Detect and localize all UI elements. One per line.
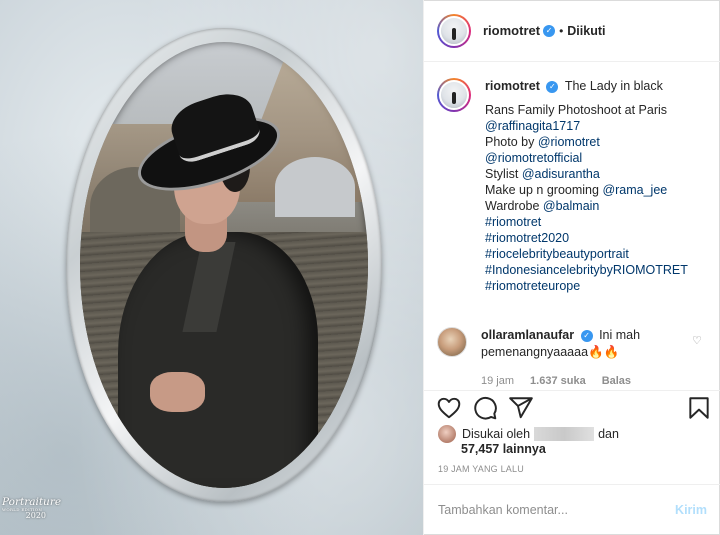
caption-line: Rans Family Photoshoot at Paris — [485, 103, 668, 117]
caption-line-prefix: Make up n grooming — [485, 183, 603, 197]
add-comment-bar: Kirim — [424, 484, 720, 535]
liked-by: Disukai oleh dan — [438, 425, 619, 443]
comment-input[interactable] — [438, 503, 676, 517]
caption-line-prefix: Stylist — [485, 167, 522, 181]
caption-avatar[interactable] — [437, 78, 471, 112]
reply-button[interactable]: Balas — [602, 375, 631, 387]
caption-avatar-image — [439, 80, 469, 110]
portrait-photo — [80, 42, 368, 488]
comment-icon[interactable] — [472, 395, 498, 421]
comments-section: riomotret ✓ The Lady in black Rans Famil… — [424, 62, 720, 390]
likes-count[interactable]: 57,457 lainnya — [461, 442, 546, 456]
post-header: riomotret ✓ • Diikuti — [424, 0, 720, 62]
caption-mention[interactable]: @rama_jee — [602, 183, 667, 197]
avatar[interactable] — [437, 13, 471, 48]
comment-avatar[interactable] — [437, 327, 467, 357]
caption-mention[interactable]: @riomotret — [538, 135, 600, 149]
caption-hashtag[interactable]: #riomotret2020 — [485, 230, 688, 246]
post-timestamp[interactable]: 19 JAM YANG LALU — [438, 464, 524, 474]
hand — [150, 372, 205, 412]
action-bar — [424, 390, 720, 422]
caption-mention[interactable]: @adisurantha — [522, 167, 600, 181]
header-username[interactable]: riomotret — [483, 23, 540, 38]
post-button[interactable]: Kirim — [675, 503, 707, 517]
caption-body: riomotret ✓ The Lady in black Rans Famil… — [485, 78, 688, 294]
blurred-username — [534, 427, 595, 441]
verified-badge-icon: ✓ — [580, 329, 593, 342]
header-info: riomotret ✓ • Diikuti — [483, 23, 605, 38]
verified-badge-icon: ✓ — [543, 24, 556, 37]
caption-line: Photo by @riomotret — [485, 134, 688, 150]
caption-line: Stylist @adisurantha — [485, 166, 688, 182]
caption-line-prefix: Photo by — [485, 135, 538, 149]
comment-likes[interactable]: 1.637 suka — [530, 375, 586, 387]
caption-line: Wardrobe @balmain — [485, 198, 688, 214]
caption-hashtag[interactable]: #IndonesiancelebritybyRIOMOTRET — [485, 262, 688, 278]
comment-body: ollaramlanaufar ✓ Ini mah pemenangnyaaaa… — [481, 327, 691, 361]
caption-hashtag[interactable]: #riomotreteurope — [485, 278, 688, 294]
caption-headline: riomotret ✓ The Lady in black — [485, 78, 688, 94]
liked-by-prefix: Disukai oleh — [462, 427, 531, 441]
tower-arch — [275, 157, 355, 217]
follow-button[interactable]: Diikuti — [567, 24, 605, 38]
watermark-line1: Portraiture — [2, 496, 62, 508]
comment-like-icon[interactable]: ♡ — [692, 334, 702, 347]
watermark-logo: Portraiture WORLD EDITION 2020 — [2, 496, 62, 520]
caption: riomotret ✓ The Lady in black Rans Famil… — [437, 78, 712, 294]
liked-by-suffix: dan — [598, 427, 619, 441]
comment-time[interactable]: 19 jam — [481, 375, 514, 387]
caption-mention[interactable]: @raffinagita1717 — [485, 118, 688, 134]
caption-hashtag[interactable]: #riocelebritybeautyportrait — [485, 246, 688, 262]
verified-badge-icon: ✓ — [546, 80, 559, 93]
share-icon[interactable] — [508, 395, 534, 421]
caption-mention[interactable]: @riomotretofficial — [485, 150, 688, 166]
caption-line-prefix: Wardrobe — [485, 199, 543, 213]
caption-hashtag[interactable]: #riomotret — [485, 214, 688, 230]
header-separator: • — [559, 23, 564, 38]
caption-username[interactable]: riomotret — [485, 79, 540, 93]
comment: ollaramlanaufar ✓ Ini mah pemenangnyaaaa… — [437, 327, 717, 361]
post-sidebar: riomotret ✓ • Diikuti riomotret ✓ The La… — [423, 0, 720, 535]
comment-username[interactable]: ollaramlanaufar — [481, 328, 574, 342]
liked-by-avatar[interactable] — [438, 425, 456, 443]
caption-mention[interactable]: @balmain — [543, 199, 599, 213]
caption-line: Make up n grooming @rama_jee — [485, 182, 688, 198]
comment-meta: 19 jam 1.637 suka Balas — [481, 375, 631, 387]
caption-headline-text: The Lady in black — [564, 79, 663, 93]
avatar-image — [439, 15, 469, 46]
heart-icon[interactable] — [436, 395, 462, 421]
watermark-line3: 2020 — [25, 510, 46, 520]
post-image[interactable]: Portraiture WORLD EDITION 2020 — [0, 0, 423, 535]
bookmark-icon[interactable] — [686, 395, 712, 421]
